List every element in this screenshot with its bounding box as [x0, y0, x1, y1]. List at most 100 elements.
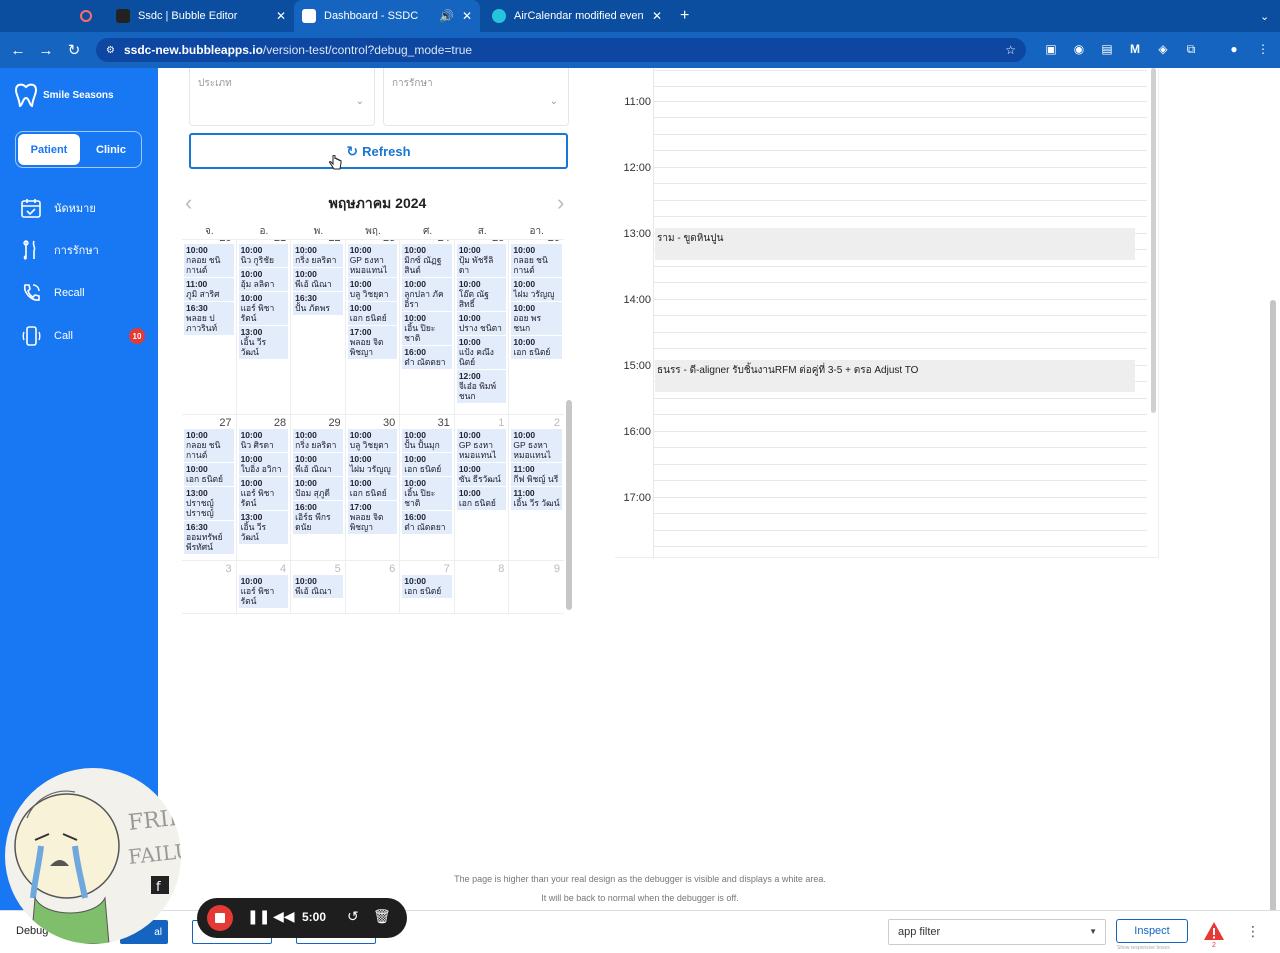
calendar-event[interactable]: 11:00 เอิ้น วีร วัฒน์: [511, 487, 562, 510]
back-icon[interactable]: ←: [4, 42, 32, 59]
calendar-event[interactable]: 17:00 พลอย จิต พิชญา: [347, 501, 398, 534]
sidebar-item-appointments[interactable]: นัดหมาย: [20, 196, 145, 220]
calendar-event[interactable]: 13:00 เอิ้น วีร วัฒน์: [238, 326, 289, 359]
more-options-icon[interactable]: ⋮: [1246, 923, 1260, 940]
calendar-event[interactable]: 10:00 GP ธงหา หมอแทนไ: [456, 429, 507, 462]
timeline-event[interactable]: ราม - ขูดหินปูน: [655, 228, 1135, 260]
calendar-event[interactable]: 16:00 เอิร์ธ พีกร ดนัย: [293, 501, 343, 534]
extension-icon[interactable]: ▣: [1042, 40, 1060, 58]
calendar-day-cell[interactable]: 2010:00กลอย ชนิ กานต์11:00ภูมิ สาริศ16:3…: [182, 240, 237, 415]
calendar-event[interactable]: 13:00 เอิ้น วีร วัฒน์: [238, 511, 289, 544]
calendar-day-cell[interactable]: 27 10:00 กลอย ชนิ กานต์ 10:00 เอก ธนิตย์ 13:0…: [182, 415, 237, 561]
calendar-event[interactable]: 11:00 ภูมิ สาริศ: [184, 278, 234, 301]
calendar-event[interactable]: 10:00 กริ่ง ยลริตา: [293, 429, 343, 452]
calendar-day-cell[interactable]: 2 10:00 GP ธงหา หมอแทนไ 11:00 กีฟ พิชญ์ นรี 1…: [509, 415, 564, 561]
tab-dashboard[interactable]: Dashboard - SSDC 🔊 ✕: [294, 0, 480, 32]
calendar-event[interactable]: 10:00 บลู วิชยุตา: [347, 278, 398, 301]
calendar-day-cell[interactable]: 31 10:00 ปั้น ปั้นมุก 10:00 เอก ธนิตย์ 10:00 เ…: [400, 415, 455, 561]
calendar-event[interactable]: 10:00 เอก ธนิตย์: [402, 453, 452, 476]
calendar-event[interactable]: 10:00 กลอย ชนิ กานต์: [511, 244, 562, 277]
calendar-day-cell[interactable]: 2510:00ปุ้ม พัชรีลิ ดา10:00โอ๊ต ณัฐ สิทธ…: [454, 240, 510, 415]
calendar-event[interactable]: 10:00 กลอย ชนิ กานต์: [184, 244, 234, 277]
calendar-event[interactable]: 10:00 เอก ธนิตย์: [511, 336, 562, 359]
calendar-day-cell[interactable]: 1 10:00 GP ธงหา หมอแทนไ 10:00 ซัน ธีรวัฒน์ 10…: [454, 415, 510, 561]
calendar-event[interactable]: 10:00 เอก ธนิตย์: [402, 575, 452, 598]
segment-clinic[interactable]: Clinic: [82, 134, 140, 165]
calendar-day-cell[interactable]: 6: [346, 561, 401, 613]
calendar-scrollbar[interactable]: [566, 240, 572, 614]
calendar-event[interactable]: 10:00 มิกซ์ ณัฏฐ สินต์: [402, 244, 452, 277]
extension-icon[interactable]: ▤: [1098, 40, 1116, 58]
reload-icon[interactable]: ↻: [60, 41, 88, 59]
calendar-day-cell[interactable]: 2610:00กลอย ชนิ กานต์10:00ไฝม วรัญญู10:0…: [509, 240, 564, 415]
tab-bubble-editor[interactable]: Ssdc | Bubble Editor ✕: [108, 0, 294, 32]
calendar-event[interactable]: 17:00 พลอย จิต พิชญา: [347, 326, 398, 359]
calendar-day-cell[interactable]: 28 10:00 นิว ศิรดา 10:00 ใบอิ่ง อวิกา 10:00 แอ…: [236, 415, 292, 561]
next-month-button[interactable]: ›: [557, 190, 564, 216]
calendar-event[interactable]: 10:00 นิว ศิรดา: [238, 429, 289, 452]
bookmark-star-icon[interactable]: ☆: [1005, 43, 1016, 57]
calendar-event[interactable]: 10:00 ออย พร ชนก: [511, 302, 562, 335]
calendar-event[interactable]: 16:30 ปั้น ภัดพร: [293, 292, 343, 315]
calendar-event[interactable]: 10:00 แอร์ พิชา รัตน์: [238, 292, 289, 325]
calendar-event[interactable]: 10:00 GP ธงหา หมอแทนไ: [511, 429, 562, 462]
calendar-event[interactable]: 10:00 แอร์ พิชา รัตน์: [238, 575, 289, 608]
stop-recording-button[interactable]: [207, 905, 233, 931]
calendar-event[interactable]: 12:00 จีเอ๋อ พิมพ์ ชนก: [456, 370, 507, 403]
calendar-day-cell[interactable]: 7 10:00 เอก ธนิตย์: [400, 561, 455, 613]
calendar-event[interactable]: 10:00 ไฝม วรัญญู: [347, 453, 398, 476]
trash-icon[interactable]: 🗑: [373, 908, 391, 925]
calendar-event[interactable]: 10:00 เอก ธนิตย์: [347, 302, 398, 325]
calendar-day-cell[interactable]: 5 10:00 พีเอ้ ณิณา: [291, 561, 346, 613]
close-icon[interactable]: ✕: [462, 9, 472, 23]
calendar-event[interactable]: 16:00 ต๋า ณัตตยา: [402, 346, 452, 369]
gmail-extension-icon[interactable]: M: [1126, 40, 1144, 58]
calendar-day-cell[interactable]: 8: [455, 561, 510, 613]
calendar-event[interactable]: 10:00 ปราง ชนิตา: [456, 312, 507, 335]
calendar-event[interactable]: 10:00 ใบอิ่ง อวิกา: [238, 453, 289, 476]
timeline-event[interactable]: ธนรร - ดี-aligner รับชิ้นงานRFM ต่อคู่ที…: [655, 360, 1135, 392]
calendar-event[interactable]: 10:00 ปุ้ม พัชรีลิ ดา: [456, 244, 507, 277]
calendar-event[interactable]: 10:00 กริ่ง ยลริตา: [293, 244, 343, 267]
calendar-day-cell[interactable]: 2110:00นิว กูริชัย10:00อุ้ม ลลิตา10:00แอ…: [236, 240, 292, 415]
calendar-day-cell[interactable]: 3: [182, 561, 237, 613]
calendar-event[interactable]: 10:00 ลูกปลา ภัค อิรา: [402, 278, 452, 311]
tab-search-icon[interactable]: ⌄: [1252, 0, 1276, 32]
calendar-day-cell[interactable]: 4 10:00 แอร์ พิชา รัตน์: [237, 561, 292, 613]
site-info-icon[interactable]: ⚙: [106, 45, 115, 56]
calendar-event[interactable]: 10:00 พีเอ้ ณิณา: [293, 453, 343, 476]
calendar-event[interactable]: 10:00 ซัน ธีรวัฒน์: [456, 463, 507, 486]
timeline-scrollbar[interactable]: [1151, 68, 1156, 413]
pause-icon[interactable]: ❚❚: [247, 908, 270, 925]
calendar-event[interactable]: 10:00 ปั้น ปั้นมุก: [402, 429, 452, 452]
calendar-day-cell[interactable]: 30 10:00 บลู วิชยุตา 10:00 ไฝม วรัญญู 10:00 เอ…: [345, 415, 401, 561]
page-scrollbar[interactable]: [1270, 300, 1276, 940]
extension-icon[interactable]: ◈: [1154, 40, 1172, 58]
calendar-event[interactable]: 10:00 แป้ง คณึง นิตย์: [456, 336, 507, 369]
tab-recording[interactable]: [72, 0, 106, 32]
app-filter-select[interactable]: app filter ▼: [888, 919, 1106, 945]
calendar-day-cell[interactable]: 2310:00GP ธงหา หมอแทนไ10:00บลู วิชยุตา10…: [345, 240, 401, 415]
calendar-event[interactable]: 13:00 ปราชญ์ ปราชญ์: [184, 487, 234, 520]
extension-icon[interactable]: ◉: [1070, 40, 1088, 58]
calendar-event[interactable]: 10:00 กลอย ชนิ กานต์: [184, 429, 234, 462]
calendar-event[interactable]: 10:00 เอก ธนิตย์: [347, 477, 398, 500]
calendar-day-cell[interactable]: 2410:00มิกซ์ ณัฏฐ สินต์10:00ลูกปลา ภัค อ…: [400, 240, 455, 415]
profile-avatar[interactable]: ●: [1225, 40, 1243, 58]
calendar-event[interactable]: 10:00 เอิ้น ปิยะ ชาติ: [402, 312, 452, 345]
type-filter-dropdown[interactable]: ประเภท ⌄: [189, 68, 375, 126]
calendar-event[interactable]: 10:00 เอก ธนิตย์: [456, 487, 507, 510]
inspect-button[interactable]: Inspect: [1116, 919, 1188, 943]
calendar-event[interactable]: 10:00 โอ๊ต ณัฐ สิทธิ์: [456, 278, 507, 311]
sidebar-item-recall[interactable]: Recall: [20, 281, 145, 305]
calendar-day-cell[interactable]: 9: [509, 561, 564, 613]
warning-icon[interactable]: [1203, 920, 1225, 942]
brand-logo[interactable]: Smile Seasons: [14, 82, 114, 108]
speaker-icon[interactable]: 🔊: [439, 9, 454, 23]
puzzle-icon[interactable]: ⧉: [1182, 40, 1200, 58]
browser-menu-icon[interactable]: ⋮: [1254, 40, 1272, 58]
close-icon[interactable]: ✕: [276, 9, 286, 23]
calendar-event[interactable]: 10:00 เอิ้น ปิยะ ชาติ: [402, 477, 452, 510]
url-field[interactable]: ⚙ ssdc-new.bubbleapps.io /version-test/c…: [96, 38, 1026, 62]
calendar-event[interactable]: 10:00 แอร์ พิชา รัตน์: [238, 477, 289, 510]
